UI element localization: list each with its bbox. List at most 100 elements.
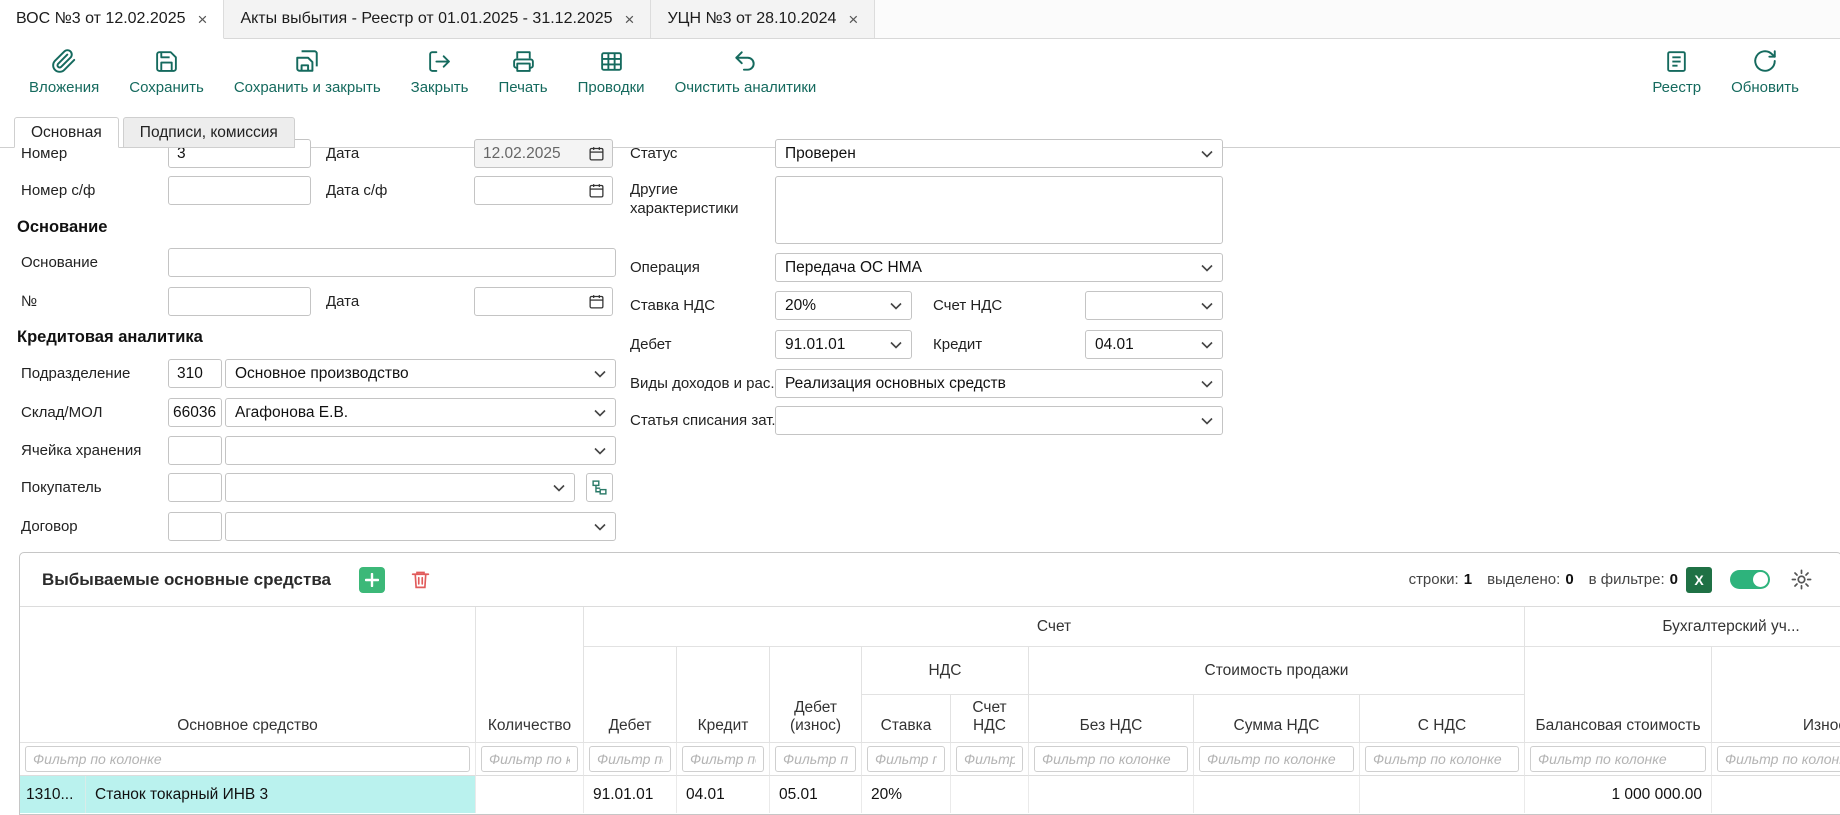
tab-osnovnaya[interactable]: Основная	[14, 117, 119, 148]
excel-export-button[interactable]: X	[1686, 567, 1712, 593]
osnovanie-input[interactable]	[168, 248, 616, 277]
header-schet-nds[interactable]: Счет НДС	[951, 695, 1029, 743]
cell-qty[interactable]	[476, 776, 584, 813]
save-close-icon	[294, 47, 320, 75]
sklad-select[interactable]: Агафонова Е.В.	[225, 398, 616, 427]
cell-debet-iznos[interactable]: 05.01	[770, 776, 862, 813]
podrazdelenie-select[interactable]: Основное производство	[225, 359, 616, 388]
cell-balans[interactable]: 1 000 000.00	[1525, 776, 1712, 813]
clear-analytics-button[interactable]: Очистить аналитики	[660, 47, 832, 96]
filter-bez-nds-input[interactable]	[1034, 746, 1188, 772]
filter-balans-input[interactable]	[1530, 746, 1706, 772]
kredit-select[interactable]: 04.01	[1085, 330, 1223, 359]
registry-button[interactable]: Реестр	[1637, 47, 1716, 96]
filter-debet-iznos-input[interactable]	[775, 746, 856, 772]
dogovor-select[interactable]	[225, 512, 616, 541]
calendar-icon[interactable]	[588, 293, 605, 310]
tab-podpisi-komissiya[interactable]: Подписи, комиссия	[123, 117, 295, 148]
calendar-icon[interactable]	[588, 145, 605, 162]
cell-os-name[interactable]: Станок токарный ИНВ 3	[86, 776, 475, 813]
tab-close-icon[interactable]: ×	[198, 11, 208, 28]
save-close-button[interactable]: Сохранить и закрыть	[219, 47, 396, 96]
schet-nds-select[interactable]	[1085, 291, 1223, 320]
status-select[interactable]: Проверен	[775, 139, 1223, 168]
header-bez-nds[interactable]: Без НДС	[1029, 695, 1194, 743]
vidy-dohodov-select[interactable]: Реализация основных средств	[775, 369, 1223, 398]
chevron-down-icon	[1201, 264, 1213, 272]
close-button[interactable]: Закрыть	[396, 47, 484, 96]
pokupatel-tree-button[interactable]	[586, 473, 613, 502]
filter-iznos-input[interactable]	[1717, 746, 1840, 772]
harakteristiki-label: Другие характеристики	[630, 180, 760, 218]
cell-os[interactable]: 1310... Станок токарный ИНВ 3	[20, 776, 476, 813]
filter-debet-input[interactable]	[589, 746, 671, 772]
cell-iznos[interactable]	[1712, 776, 1840, 813]
filter-qty-input[interactable]	[481, 746, 578, 772]
filter-s-nds-input[interactable]	[1365, 746, 1519, 772]
operaciya-select[interactable]: Передача ОС НМА	[775, 253, 1223, 282]
cell-schet-nds[interactable]	[951, 776, 1029, 813]
header-kredit[interactable]: Кредит	[677, 647, 770, 743]
pokupatel-select[interactable]	[225, 473, 575, 502]
header-stavka[interactable]: Ставка	[862, 695, 951, 743]
filter-kredit-input[interactable]	[682, 746, 764, 772]
cell-stavka[interactable]: 20%	[862, 776, 951, 813]
cell-bez-nds[interactable]	[1029, 776, 1194, 813]
stavka-nds-label: Ставка НДС	[630, 291, 715, 320]
cell-os-code[interactable]: 1310...	[20, 776, 86, 813]
tab-close-icon[interactable]: ×	[848, 11, 858, 28]
header-balans[interactable]: Балансовая стоимость	[1525, 647, 1712, 743]
filter-toggle[interactable]	[1730, 570, 1770, 589]
header-qty[interactable]: Количество	[476, 607, 584, 743]
header-os[interactable]: Основное средство	[20, 607, 476, 743]
cell-debet[interactable]: 91.01.01	[584, 776, 677, 813]
trash-icon	[410, 569, 431, 590]
harakteristiki-textarea[interactable]	[775, 176, 1223, 244]
print-button[interactable]: Печать	[483, 47, 562, 96]
filter-os-input[interactable]	[25, 746, 470, 772]
no-input[interactable]	[168, 287, 311, 316]
yacheyka-code-input[interactable]	[168, 436, 222, 465]
window-tab-akty[interactable]: Акты выбытия - Реестр от 01.01.2025 - 31…	[224, 0, 651, 38]
stavka-nds-select[interactable]: 20%	[775, 291, 912, 320]
header-summa-nds[interactable]: Сумма НДС	[1194, 695, 1360, 743]
nomer-sf-input[interactable]	[168, 176, 311, 205]
header-s-nds[interactable]: С НДС	[1360, 695, 1525, 743]
table-row[interactable]: 1310... Станок токарный ИНВ 3 91.01.01 0…	[20, 776, 1840, 813]
filter-schet-nds-input[interactable]	[956, 746, 1023, 772]
header-iznos[interactable]: Износ	[1712, 647, 1840, 743]
osnovanie-section-header: Основание	[17, 218, 107, 237]
debet-select[interactable]: 91.01.01	[775, 330, 912, 359]
dogovor-code-input[interactable]	[168, 512, 222, 541]
cell-s-nds[interactable]	[1360, 776, 1525, 813]
window-tab-vos[interactable]: ВОС №3 от 12.02.2025 ×	[0, 0, 224, 39]
selected-count-value: 0	[1565, 571, 1573, 588]
filter-count-label: в фильтре:	[1589, 571, 1665, 588]
podrazdelenie-code-input[interactable]	[168, 359, 222, 388]
add-row-button[interactable]	[359, 567, 385, 593]
data-sf-field[interactable]	[474, 176, 613, 205]
yacheyka-select[interactable]	[225, 436, 616, 465]
statya-spisaniya-select[interactable]	[775, 406, 1223, 435]
tab-close-icon[interactable]: ×	[625, 11, 635, 28]
header-debet[interactable]: Дебет	[584, 647, 677, 743]
postings-button[interactable]: Проводки	[563, 47, 660, 96]
header-debet-iznos[interactable]: Дебет (износ)	[770, 647, 862, 743]
sklad-label: Склад/МОЛ	[21, 398, 102, 427]
pokupatel-code-input[interactable]	[168, 473, 222, 502]
cell-summa-nds[interactable]	[1194, 776, 1360, 813]
settings-gear-icon[interactable]	[1790, 568, 1813, 591]
data-field[interactable]: 12.02.2025	[474, 139, 613, 168]
filter-stavka-input[interactable]	[867, 746, 945, 772]
filter-summa-nds-input[interactable]	[1199, 746, 1354, 772]
calendar-icon[interactable]	[588, 182, 605, 199]
refresh-button[interactable]: Обновить	[1716, 47, 1814, 96]
window-tab-ucn[interactable]: УЦН №3 от 28.10.2024 ×	[651, 0, 875, 38]
attachments-button[interactable]: Вложения	[14, 47, 114, 96]
delete-row-button[interactable]	[407, 567, 433, 593]
sklad-code-input[interactable]	[168, 398, 222, 427]
save-button[interactable]: Сохранить	[114, 47, 219, 96]
data2-field[interactable]	[474, 287, 613, 316]
data-sf-label: Дата с/ф	[326, 176, 387, 205]
cell-kredit[interactable]: 04.01	[677, 776, 770, 813]
